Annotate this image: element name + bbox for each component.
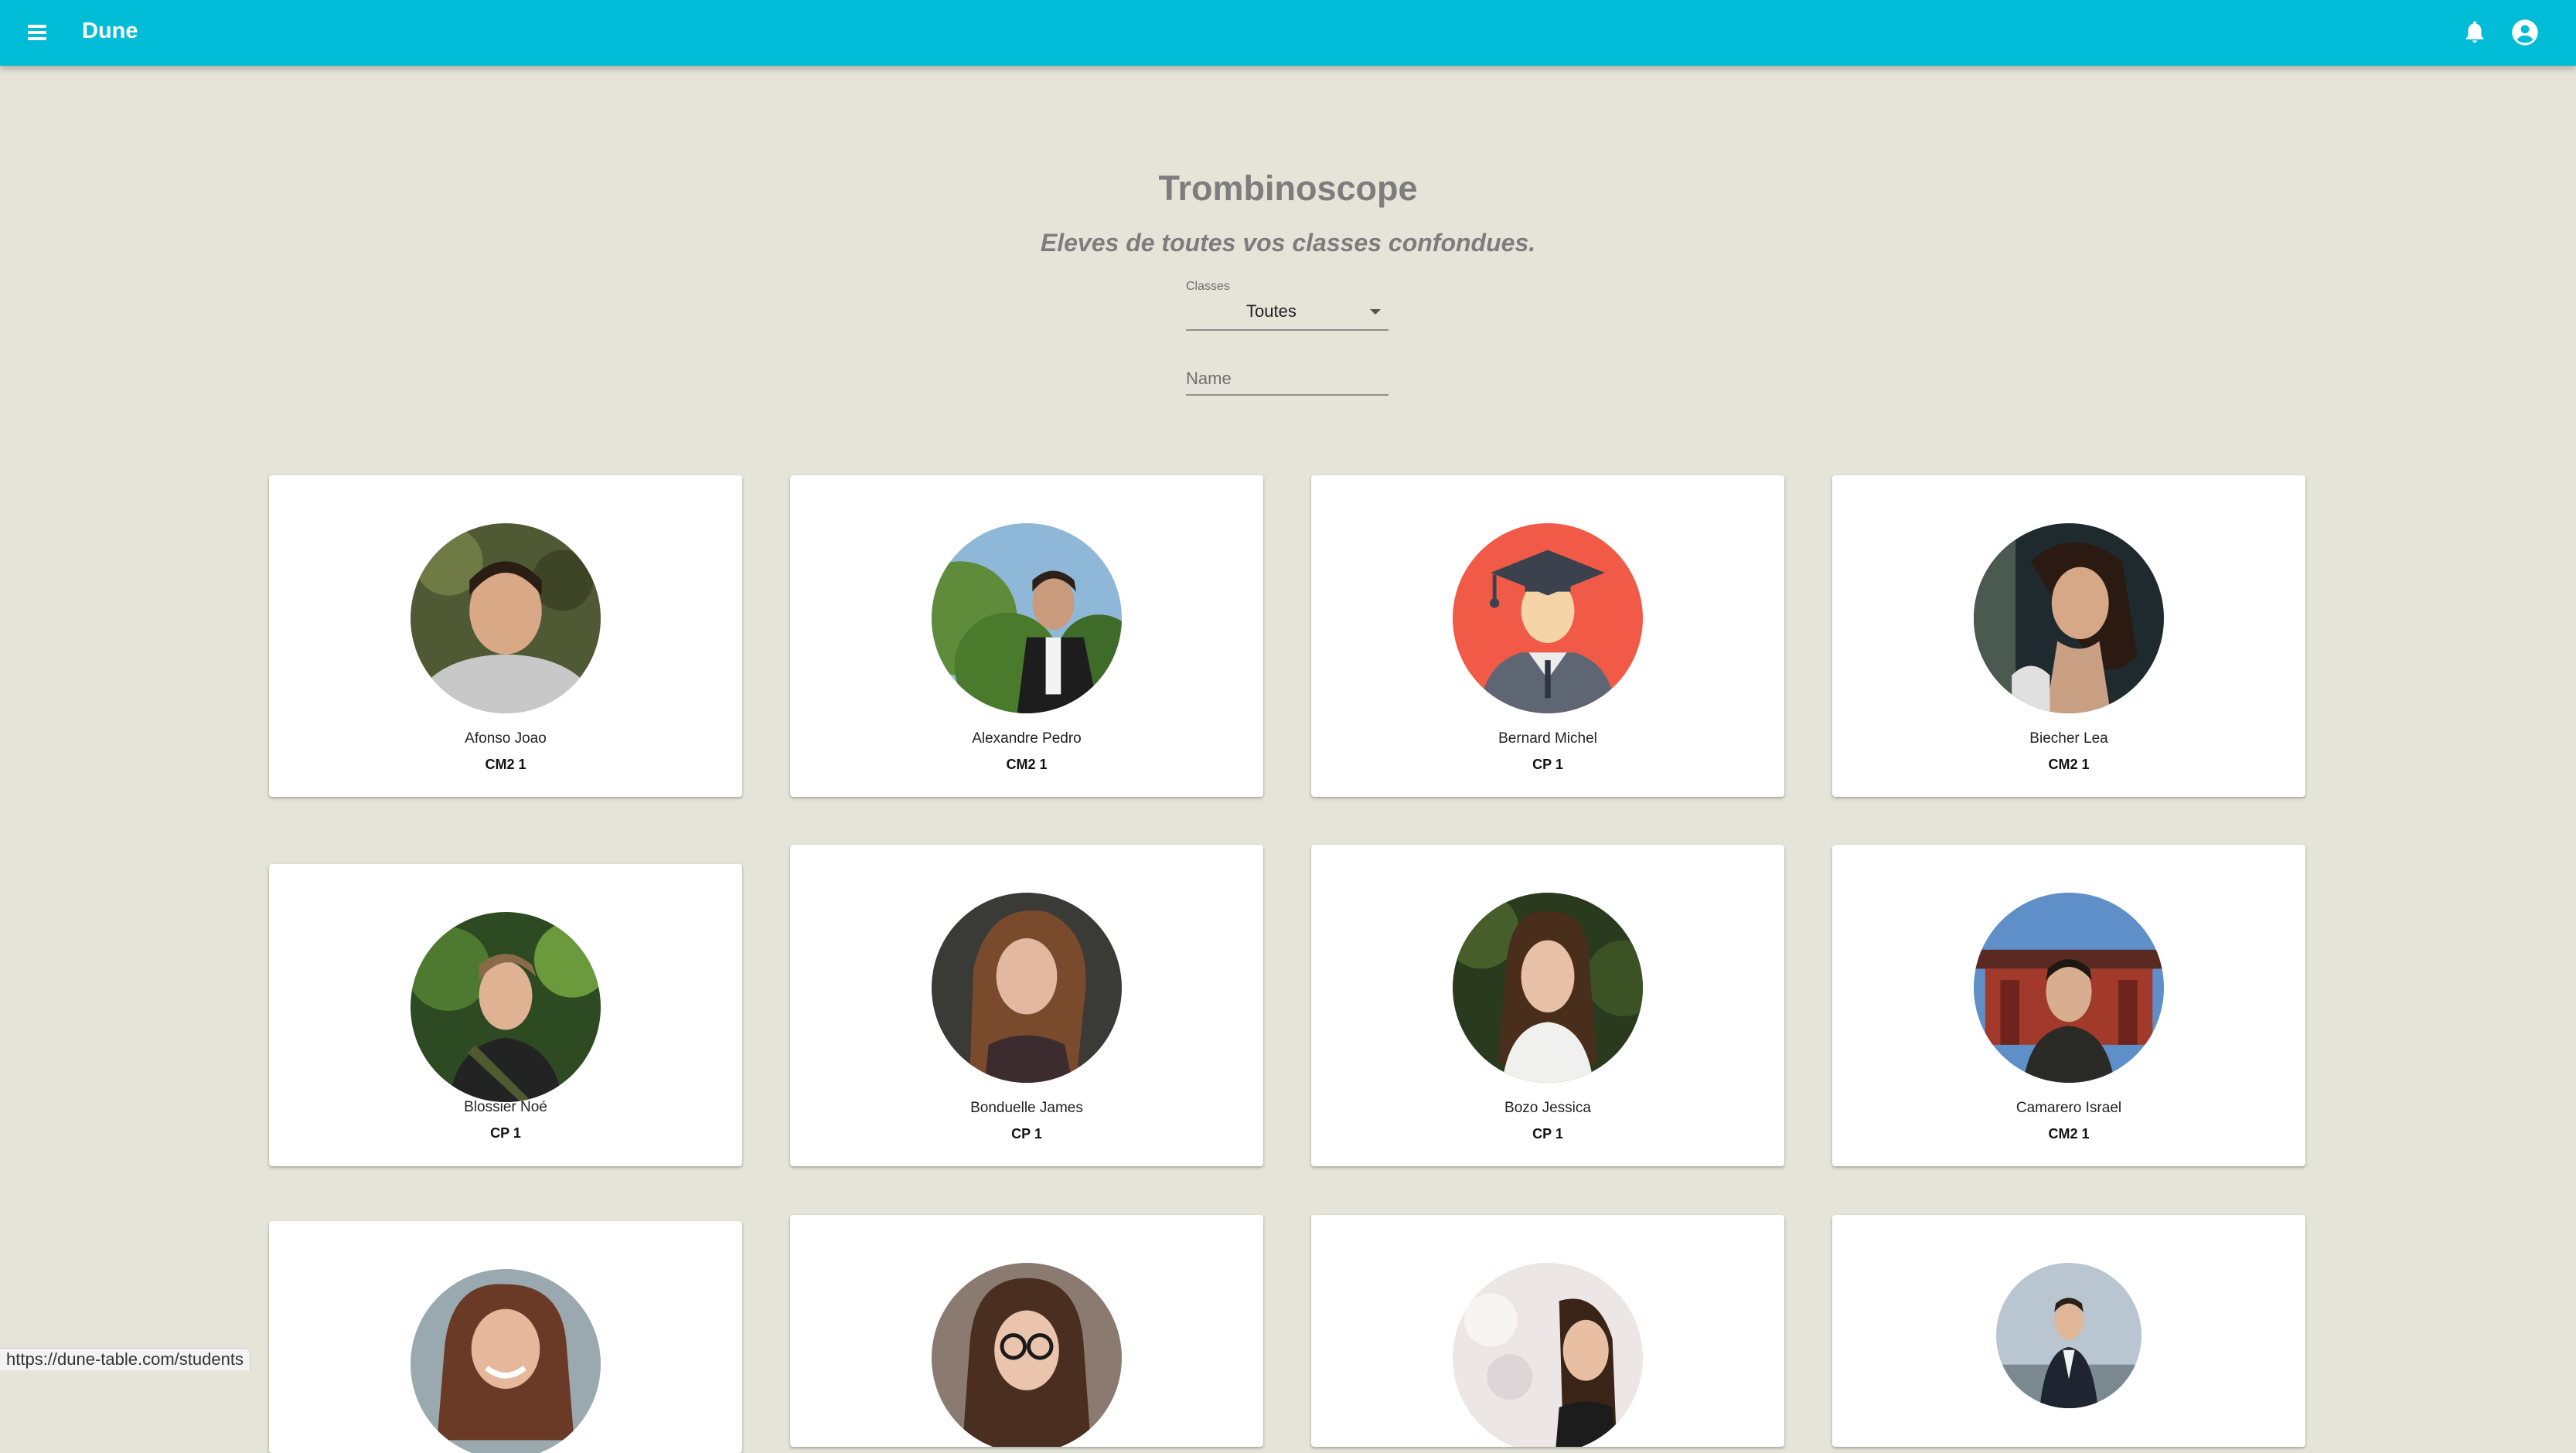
- student-card[interactable]: Blossier Noé CP 1: [269, 864, 742, 1166]
- student-name: Afonso Joao: [465, 730, 547, 747]
- student-card[interactable]: Alexandre Pedro CM2 1: [790, 475, 1263, 797]
- student-photo: [932, 893, 1122, 1083]
- student-card[interactable]: [1832, 1215, 2305, 1447]
- dropdown-arrow-icon: [1370, 309, 1381, 315]
- student-card[interactable]: [1311, 1215, 1784, 1447]
- student-class: CP 1: [1532, 1126, 1563, 1142]
- student-card[interactable]: Biecher Lea CM2 1: [1832, 475, 2305, 797]
- student-photo: [932, 523, 1122, 713]
- app-title: Dune: [82, 19, 138, 43]
- student-card[interactable]: Bonduelle James CP 1: [790, 845, 1263, 1166]
- status-url: https://dune-table.com/students: [0, 1348, 250, 1370]
- student-class: CM2 1: [2048, 1126, 2090, 1142]
- student-card[interactable]: Bozo Jessica CP 1: [1311, 845, 1784, 1166]
- app-bar: Dune: [0, 0, 2576, 66]
- student-class: CM2 1: [1006, 757, 1048, 772]
- classes-select-value: Toutes: [1246, 301, 1297, 321]
- student-photo: [411, 1269, 601, 1453]
- student-name: Bonduelle James: [970, 1100, 1083, 1116]
- student-photo: [1453, 893, 1643, 1083]
- student-name: Alexandre Pedro: [972, 730, 1082, 747]
- student-photo: [411, 523, 601, 713]
- student-photo: [932, 1263, 1122, 1447]
- student-card[interactable]: Camarero Israel CM2 1: [1832, 845, 2305, 1166]
- student-name: Camarero Israel: [2015, 1100, 2122, 1116]
- student-name: Blossier Noé: [464, 1099, 547, 1115]
- student-class: CP 1: [490, 1125, 521, 1141]
- menu-icon[interactable]: [23, 17, 54, 48]
- student-photo: [1996, 1263, 2142, 1408]
- student-photo: [1453, 1263, 1643, 1447]
- student-card[interactable]: [790, 1215, 1263, 1447]
- page-title: Trombinoscope: [1158, 168, 1418, 208]
- page-subtitle: Eleves de toutes vos classes confondues.: [1040, 229, 1536, 257]
- student-name: Biecher Lea: [2029, 730, 2108, 747]
- classes-select[interactable]: Classes Toutes: [1186, 280, 1389, 331]
- student-photo: [411, 912, 601, 1102]
- student-card[interactable]: [269, 1221, 742, 1453]
- graduate-avatar-icon: [1453, 523, 1643, 713]
- student-card[interactable]: Bernard Michel CP 1: [1311, 475, 1784, 797]
- account-icon[interactable]: [2510, 17, 2540, 48]
- classes-select-label: Classes: [1186, 280, 1230, 293]
- select-underline: [1186, 329, 1389, 331]
- name-search-input[interactable]: [1186, 363, 1389, 396]
- student-card[interactable]: Afonso Joao CM2 1: [269, 475, 742, 797]
- student-name: Bozo Jessica: [1504, 1100, 1591, 1116]
- student-class: CM2 1: [2048, 757, 2090, 772]
- student-class: CM2 1: [485, 757, 526, 772]
- student-photo: [1974, 523, 2164, 713]
- student-name: Bernard Michel: [1498, 730, 1597, 747]
- student-class: CP 1: [1532, 757, 1563, 772]
- student-class: CP 1: [1011, 1126, 1042, 1142]
- notifications-bell-icon[interactable]: [2462, 19, 2488, 45]
- student-photo: [1974, 893, 2164, 1083]
